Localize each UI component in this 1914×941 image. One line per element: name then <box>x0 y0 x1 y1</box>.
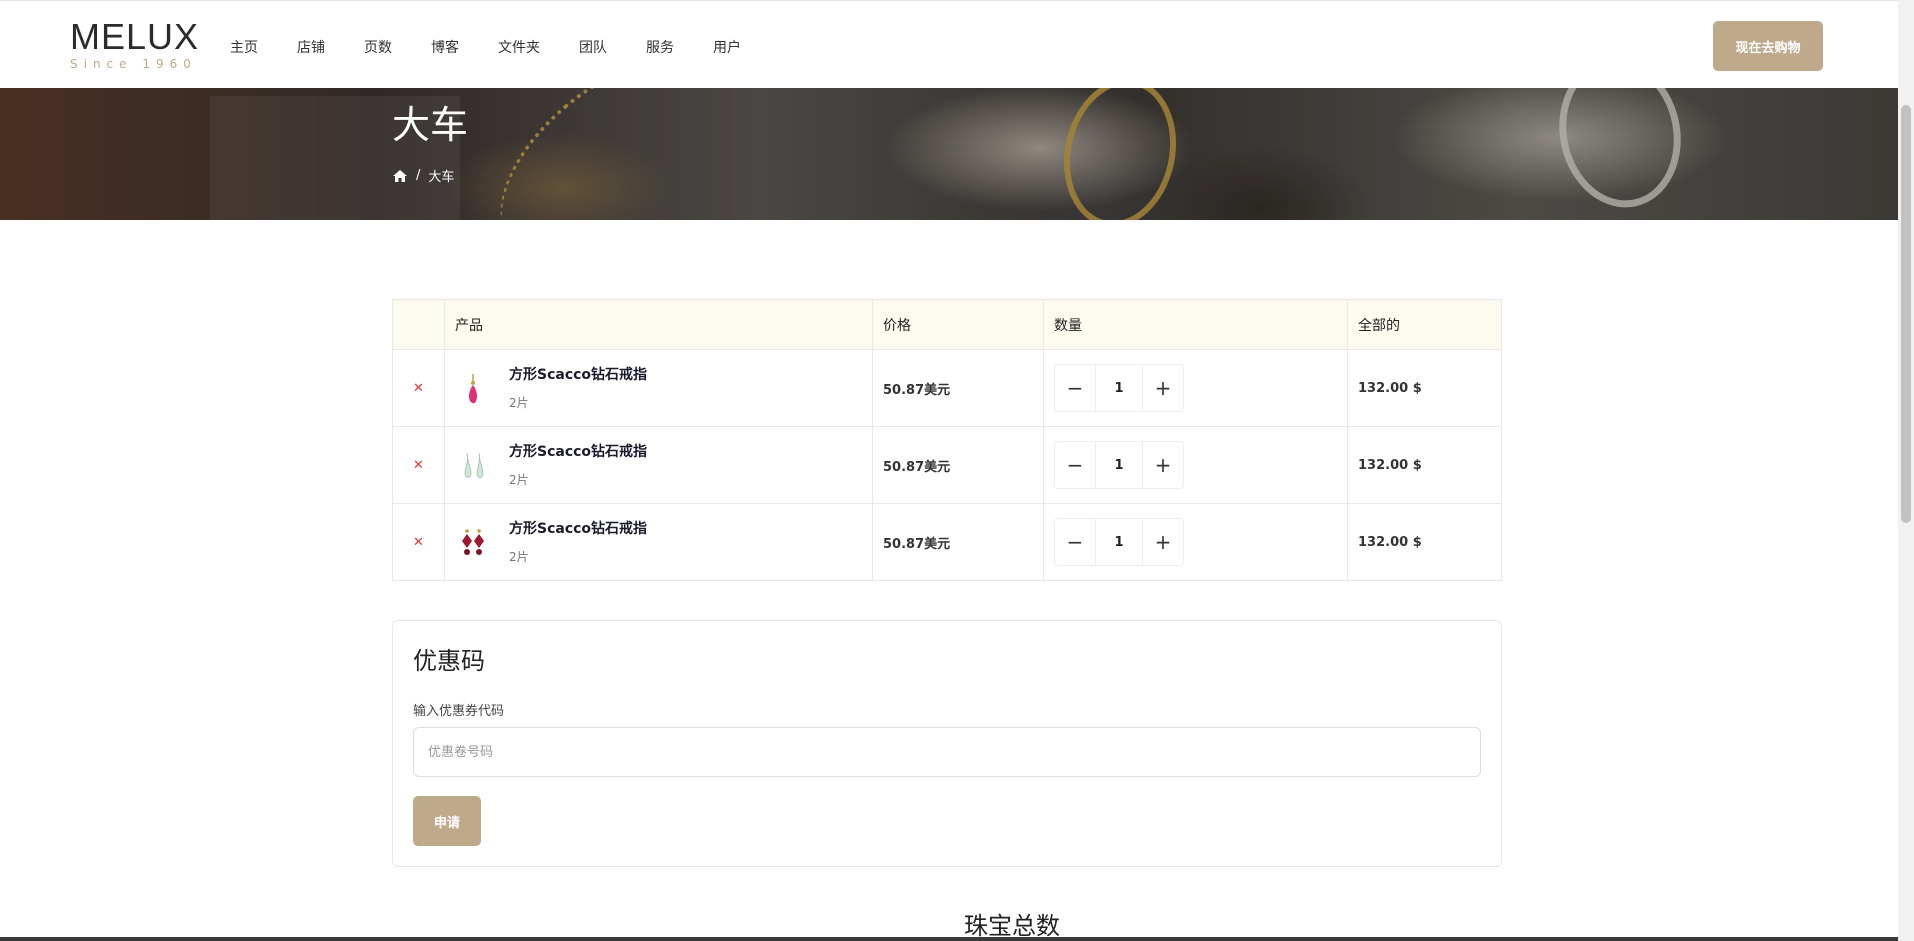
quantity-stepper: − 1 + <box>1054 364 1184 412</box>
line-total: 132.00 $ <box>1347 349 1502 427</box>
quantity-input[interactable]: 1 <box>1095 442 1143 488</box>
page-scrollbar[interactable] <box>1898 0 1914 941</box>
nav-item-shop[interactable]: 店铺 <box>297 37 325 57</box>
remove-item-button[interactable]: ✕ <box>392 503 445 581</box>
column-header-remove <box>392 299 445 350</box>
nav-item-user[interactable]: 用户 <box>713 37 741 57</box>
coupon-code-input[interactable] <box>413 727 1481 777</box>
breadcrumb-current: 大车 <box>428 170 455 185</box>
nav-item-services[interactable]: 服务 <box>646 37 674 57</box>
logo[interactable]: MELUX Since 1960 <box>70 16 200 72</box>
decrease-quantity-button[interactable]: − <box>1055 442 1095 488</box>
increase-quantity-button[interactable]: + <box>1143 442 1183 488</box>
nav-item-team[interactable]: 团队 <box>579 37 607 57</box>
product-name[interactable]: 方形Scacco钻石戒指 <box>509 518 647 538</box>
logo-tagline: Since 1960 <box>70 57 197 71</box>
quantity-cell: − 1 + <box>1043 426 1348 504</box>
product-meta: 2片 <box>509 473 529 487</box>
product-thumbnail[interactable] <box>457 526 489 560</box>
shop-now-button[interactable]: 现在去购物 <box>1713 21 1823 71</box>
decrease-quantity-button[interactable]: − <box>1055 519 1095 565</box>
product-meta: 2片 <box>509 396 529 410</box>
product-price: 50.87美元 <box>872 503 1044 581</box>
product-price: 50.87美元 <box>872 426 1044 504</box>
quantity-cell: − 1 + <box>1043 503 1348 581</box>
home-icon[interactable] <box>392 169 408 183</box>
bottom-edge <box>0 937 1898 941</box>
cart-table: 产品 价格 数量 全部的 ✕ 方形Scacco钻石戒指 2片 50.87美元 − <box>392 299 1502 581</box>
cart-totals-title: 珠宝总数 <box>964 912 1060 940</box>
main-nav: 主页 店铺 页数 博客 文件夹 团队 服务 用户 <box>230 37 780 57</box>
breadcrumb-separator: / <box>416 168 421 183</box>
page-banner: 大车 / 大车 <box>0 88 1898 220</box>
table-header-row: 产品 价格 数量 全部的 <box>392 299 1502 350</box>
product-thumbnail[interactable] <box>457 372 489 406</box>
product-cell: 方形Scacco钻石戒指 2片 <box>444 426 873 504</box>
quantity-stepper: − 1 + <box>1054 518 1184 566</box>
table-row: ✕ 方形Scacco钻石戒指 2片 50.87美元 − 1 + 132.00 $ <box>392 503 1502 581</box>
quantity-stepper: − 1 + <box>1054 441 1184 489</box>
column-header-product: 产品 <box>444 299 873 350</box>
column-header-total: 全部的 <box>1347 299 1502 350</box>
breadcrumb: / 大车 <box>392 166 454 185</box>
line-total: 132.00 $ <box>1347 503 1502 581</box>
nav-item-blog[interactable]: 博客 <box>431 37 459 57</box>
remove-item-button[interactable]: ✕ <box>392 349 445 427</box>
logo-text: MELUX <box>70 16 200 57</box>
product-name[interactable]: 方形Scacco钻石戒指 <box>509 441 647 461</box>
remove-item-button[interactable]: ✕ <box>392 426 445 504</box>
coupon-title: 优惠码 <box>413 647 485 675</box>
scrollbar-thumb[interactable] <box>1901 105 1911 523</box>
product-cell: 方形Scacco钻石戒指 2片 <box>444 349 873 427</box>
coupon-label: 输入优惠券代码 <box>413 704 505 719</box>
column-header-quantity: 数量 <box>1043 299 1348 350</box>
increase-quantity-button[interactable]: + <box>1143 365 1183 411</box>
column-header-price: 价格 <box>872 299 1044 350</box>
line-total: 132.00 $ <box>1347 426 1502 504</box>
quantity-cell: − 1 + <box>1043 349 1348 427</box>
product-thumbnail[interactable] <box>457 449 489 483</box>
product-cell: 方形Scacco钻石戒指 2片 <box>444 503 873 581</box>
table-row: ✕ 方形Scacco钻石戒指 2片 50.87美元 − 1 + 132.00 $ <box>392 426 1502 504</box>
page-title: 大车 <box>392 103 469 147</box>
site-header: MELUX Since 1960 主页 店铺 页数 博客 文件夹 团队 服务 用… <box>0 0 1898 88</box>
product-name[interactable]: 方形Scacco钻石戒指 <box>509 364 647 384</box>
nav-item-portfolio[interactable]: 文件夹 <box>498 37 540 57</box>
coupon-panel: 优惠码 输入优惠券代码 申请 <box>392 620 1502 867</box>
quantity-input[interactable]: 1 <box>1095 365 1143 411</box>
decrease-quantity-button[interactable]: − <box>1055 365 1095 411</box>
apply-coupon-button[interactable]: 申请 <box>413 796 481 846</box>
table-row: ✕ 方形Scacco钻石戒指 2片 50.87美元 − 1 + 132.00 $ <box>392 349 1502 427</box>
product-price: 50.87美元 <box>872 349 1044 427</box>
nav-item-home[interactable]: 主页 <box>230 37 258 57</box>
quantity-input[interactable]: 1 <box>1095 519 1143 565</box>
nav-item-pages[interactable]: 页数 <box>364 37 392 57</box>
increase-quantity-button[interactable]: + <box>1143 519 1183 565</box>
product-meta: 2片 <box>509 550 529 564</box>
